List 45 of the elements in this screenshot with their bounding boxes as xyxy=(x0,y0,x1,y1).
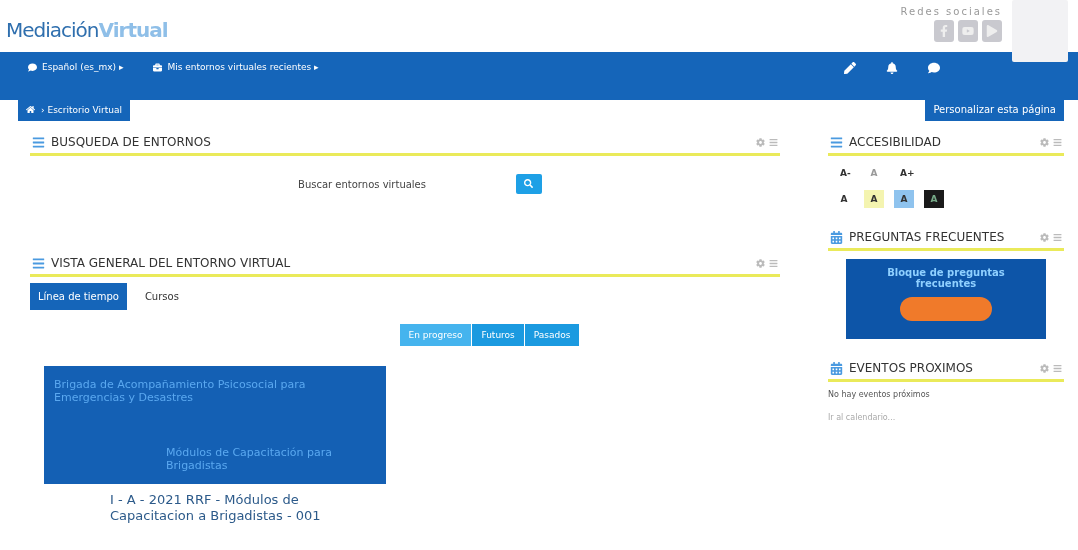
contrast-button[interactable]: A xyxy=(864,190,884,208)
filter-button[interactable]: Pasados xyxy=(524,324,581,346)
contrast-button[interactable]: A xyxy=(924,190,944,208)
filter-button[interactable]: Futuros xyxy=(472,324,525,346)
search-button[interactable] xyxy=(516,174,542,194)
block-title: ACCESIBILIDAD xyxy=(849,135,942,149)
block-title: BUSQUEDA DE ENTORNOS xyxy=(51,135,212,149)
site-logo[interactable]: MediaciónVirtual xyxy=(6,18,168,42)
contrast-button[interactable]: A xyxy=(894,190,914,208)
banner-text: Módulos de Capacitación para Brigadistas xyxy=(166,446,334,472)
font-size-button[interactable]: A- xyxy=(834,164,854,182)
tab[interactable]: Línea de tiempo xyxy=(30,283,127,310)
settings-icon[interactable] xyxy=(756,258,765,268)
breadcrumb-link[interactable]: › Escritorio Virtual xyxy=(18,98,130,121)
banner-text: Bloque de preguntas frecuentes xyxy=(886,267,1006,289)
block-title: VISTA GENERAL DEL ENTORNO VIRTUAL xyxy=(51,256,292,270)
speech-bubble-icon xyxy=(28,62,37,72)
home-icon xyxy=(26,105,35,114)
settings-icon[interactable] xyxy=(1040,137,1049,147)
bell-icon[interactable] xyxy=(886,62,898,74)
avatar[interactable] xyxy=(1012,0,1068,62)
search-icon xyxy=(524,178,534,188)
settings-icon[interactable] xyxy=(756,137,765,147)
facebook-icon[interactable] xyxy=(934,20,954,42)
pen-icon[interactable] xyxy=(844,62,856,74)
faq-banner[interactable]: Bloque de preguntas frecuentes xyxy=(846,259,1046,339)
search-label: Buscar entornos virtuales xyxy=(298,178,426,190)
chat-icon[interactable] xyxy=(928,62,940,74)
empty-message: No hay eventos próximos xyxy=(828,390,931,399)
video-icon[interactable] xyxy=(958,20,978,42)
settings-icon[interactable] xyxy=(1040,232,1049,242)
nav-menu-link[interactable]: Mis entornos virtuales recientes ▸ xyxy=(153,62,319,72)
social-title: Redes sociales xyxy=(900,6,1002,17)
font-size-button[interactable]: A+ xyxy=(894,164,914,182)
customize-button[interactable]: Personalizar esta página xyxy=(925,98,1064,121)
nav-menu-link[interactable]: Español (es_mx) ▸ xyxy=(28,62,124,72)
block-title: PREGUNTAS FRECUENTES xyxy=(849,230,1006,244)
faq-open-button[interactable] xyxy=(900,297,992,321)
course-link[interactable]: I - A - 2021 RRF - Módulos de Capacitacion a Brigadistas - 001 xyxy=(110,492,350,524)
block-title: EVENTOS PROXIMOS xyxy=(849,361,974,375)
tab[interactable]: Cursos xyxy=(136,283,187,310)
banner-text: Brigada de Acompañamiento Psicosocial para Emergencias y Desastres xyxy=(54,378,307,404)
play-icon[interactable] xyxy=(982,20,1002,42)
briefcase-icon xyxy=(153,62,163,72)
settings-icon[interactable] xyxy=(1040,363,1049,373)
